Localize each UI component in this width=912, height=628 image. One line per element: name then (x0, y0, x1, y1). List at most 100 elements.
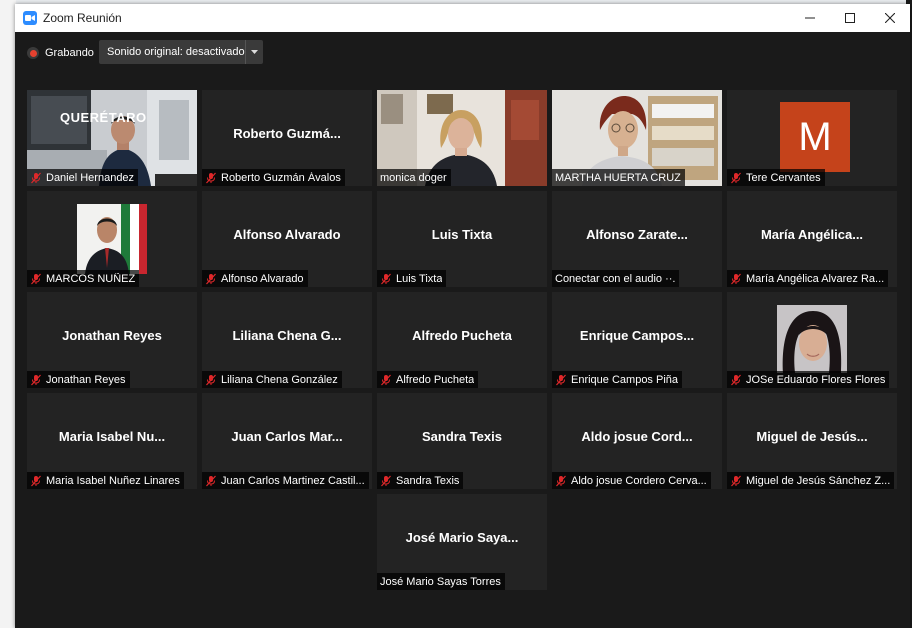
participant-display-name: monica doger (380, 171, 447, 184)
muted-microphone-icon (381, 475, 391, 486)
participant-center-name: Miguel de Jesús... (756, 429, 868, 444)
participant-tile-alfonso-alvarado[interactable]: Alfonso Alvarado Alfonso Alvarado (202, 191, 372, 287)
muted-microphone-icon (381, 273, 391, 284)
original-sound-label: Sonido original: desactivado (107, 46, 245, 58)
muted-microphone-icon (31, 374, 41, 385)
participant-tile-liliana-chena[interactable]: Liliana Chena G... Liliana Chena Gonzále… (202, 292, 372, 388)
record-icon (27, 47, 39, 59)
participant-display-name: Jonathan Reyes (46, 373, 126, 386)
participant-tile-jose-mario-sayas[interactable]: José Mario Saya... José Mario Sayas Torr… (377, 494, 547, 590)
original-sound-dropdown[interactable] (245, 40, 263, 64)
muted-microphone-icon (731, 475, 741, 486)
participant-name-bar: Conectar con el audio ··. (552, 270, 680, 287)
participant-tile-monica-doger[interactable]: monica doger (377, 90, 547, 186)
participant-tile-luis-tixta[interactable]: Luis Tixta Luis Tixta (377, 191, 547, 287)
participant-name-bar: Alfredo Pucheta (377, 371, 479, 388)
original-sound-toggle[interactable]: Sonido original: desactivado (99, 40, 263, 64)
participant-name-bar: Luis Tixta (377, 270, 447, 287)
muted-microphone-icon (206, 374, 216, 385)
participant-tile-tere-cervantes[interactable]: M Tere Cervantes (727, 90, 897, 186)
participant-name-bar: Enrique Campos Piña (552, 371, 683, 388)
participant-audio-status: Conectar con el audio ··. (555, 272, 676, 285)
participant-name-bar: Sandra Texis (377, 472, 464, 489)
participant-center-name: Maria Isabel Nu... (58, 429, 166, 444)
participant-display-name: María Angélica Alvarez Ra... (746, 272, 885, 285)
muted-microphone-icon (731, 172, 741, 183)
participant-tile-enrique-campos[interactable]: Enrique Campos... Enrique Campos Piña (552, 292, 722, 388)
window-title: Zoom Reunión (43, 11, 122, 25)
muted-microphone-icon (206, 475, 216, 486)
participant-name-bar: Jonathan Reyes (27, 371, 130, 388)
participant-display-name: Sandra Texis (396, 474, 460, 487)
zoom-meeting-window: Zoom Reunión Grabando Sonido original: d… (15, 4, 910, 628)
participant-tile-aldo-josue-cordero[interactable]: Aldo josue Cord... Aldo josue Cordero Ce… (552, 393, 722, 489)
participant-center-name: José Mario Saya... (405, 530, 519, 545)
muted-microphone-icon (556, 374, 566, 385)
participant-name-bar: monica doger (377, 169, 451, 186)
minimize-button[interactable] (790, 4, 830, 32)
participant-tile-sandra-texis[interactable]: Sandra Texis Sandra Texis (377, 393, 547, 489)
participant-name-bar: MARTHA HUERTA CRUZ (552, 169, 685, 186)
participant-center-name: Liliana Chena G... (232, 328, 342, 343)
participant-name-bar: Maria Isabel Nuñez Linares (27, 472, 184, 489)
participant-display-name: Tere Cervantes (746, 171, 821, 184)
zoom-app-icon (23, 11, 37, 25)
participant-tile-alfredo-pucheta[interactable]: Alfredo Pucheta Alfredo Pucheta (377, 292, 547, 388)
participant-center-name: Roberto Guzmá... (233, 126, 341, 141)
participant-display-name: Luis Tixta (396, 272, 443, 285)
avatar: M (780, 102, 850, 172)
participant-tile-maria-isabel-nunez[interactable]: Maria Isabel Nu... Maria Isabel Nuñez Li… (27, 393, 197, 489)
muted-microphone-icon (731, 374, 741, 385)
participant-display-name: Juan Carlos Martinez Castil... (221, 474, 365, 487)
participant-tile-marcos-nunez[interactable]: MARCOS NUÑEZ (27, 191, 197, 287)
participant-center-name: Jonathan Reyes (62, 328, 162, 343)
muted-microphone-icon (206, 273, 216, 284)
chevron-down-icon (251, 50, 259, 54)
participant-tile-roberto-guzman[interactable]: Roberto Guzmá... Roberto Guzmán Ávalos (202, 90, 372, 186)
participant-center-name: Enrique Campos... (579, 328, 695, 343)
muted-microphone-icon (556, 475, 566, 486)
participant-center-name: Juan Carlos Mar... (231, 429, 343, 444)
participant-tile-alfonso-zarate[interactable]: Alfonso Zarate... Conectar con el audio … (552, 191, 722, 287)
participant-name-bar: José Mario Sayas Torres (377, 573, 505, 590)
muted-microphone-icon (31, 172, 41, 183)
participant-display-name: Miguel de Jesús Sánchez Z... (746, 474, 891, 487)
participant-display-name: José Mario Sayas Torres (380, 575, 501, 588)
participant-center-name: Alfonso Alvarado (233, 227, 341, 242)
participant-name-bar: Tere Cervantes (727, 169, 825, 186)
participant-display-name: MARCOS NUÑEZ (46, 272, 136, 285)
participant-name-bar: Alfonso Alvarado (202, 270, 308, 287)
participant-tile-jose-eduardo-flores[interactable]: JOSe Eduardo Flores Flores (727, 292, 897, 388)
participant-display-name: JOSe Eduardo Flores Flores (746, 373, 886, 386)
participant-name-bar: María Angélica Alvarez Ra... (727, 270, 889, 287)
participant-tile-daniel-hernandez[interactable]: QUERÉTARO Daniel Hernandez (27, 90, 197, 186)
participant-name-bar: JOSe Eduardo Flores Flores (727, 371, 890, 388)
close-button[interactable] (870, 4, 910, 32)
participant-name-bar: Aldo josue Cordero Cerva... (552, 472, 711, 489)
participant-center-name: Luis Tixta (431, 227, 493, 242)
background-desktop-left (0, 0, 16, 628)
muted-microphone-icon (31, 475, 41, 486)
participant-photo-jose-eduardo (777, 305, 847, 373)
participant-tile-miguel-de-jesus[interactable]: Miguel de Jesús... Miguel de Jesús Sánch… (727, 393, 897, 489)
participant-display-name: Liliana Chena González (221, 373, 338, 386)
participant-center-name: Alfredo Pucheta (412, 328, 512, 343)
participant-tile-maria-angelica[interactable]: María Angélica... María Angélica Alvarez… (727, 191, 897, 287)
participant-tile-juan-carlos-martinez[interactable]: Juan Carlos Mar... Juan Carlos Martinez … (202, 393, 372, 489)
recording-indicator[interactable]: Grabando (27, 47, 94, 59)
participant-display-name: MARTHA HUERTA CRUZ (555, 171, 681, 184)
participant-display-name: Maria Isabel Nuñez Linares (46, 474, 180, 487)
muted-microphone-icon (381, 374, 391, 385)
muted-microphone-icon (731, 273, 741, 284)
participant-display-name: Enrique Campos Piña (571, 373, 679, 386)
participant-center-name: Sandra Texis (422, 429, 502, 444)
participant-tile-jonathan-reyes[interactable]: Jonathan Reyes Jonathan Reyes (27, 292, 197, 388)
participant-name-bar: Roberto Guzmán Ávalos (202, 169, 345, 186)
participant-name-bar: Miguel de Jesús Sánchez Z... (727, 472, 895, 489)
muted-microphone-icon (206, 172, 216, 183)
maximize-button[interactable] (830, 4, 870, 32)
participant-name-bar: Liliana Chena González (202, 371, 342, 388)
participant-tile-martha-huerta[interactable]: MARTHA HUERTA CRUZ (552, 90, 722, 186)
muted-microphone-icon (31, 273, 41, 284)
participant-display-name: Roberto Guzmán Ávalos (221, 171, 341, 184)
